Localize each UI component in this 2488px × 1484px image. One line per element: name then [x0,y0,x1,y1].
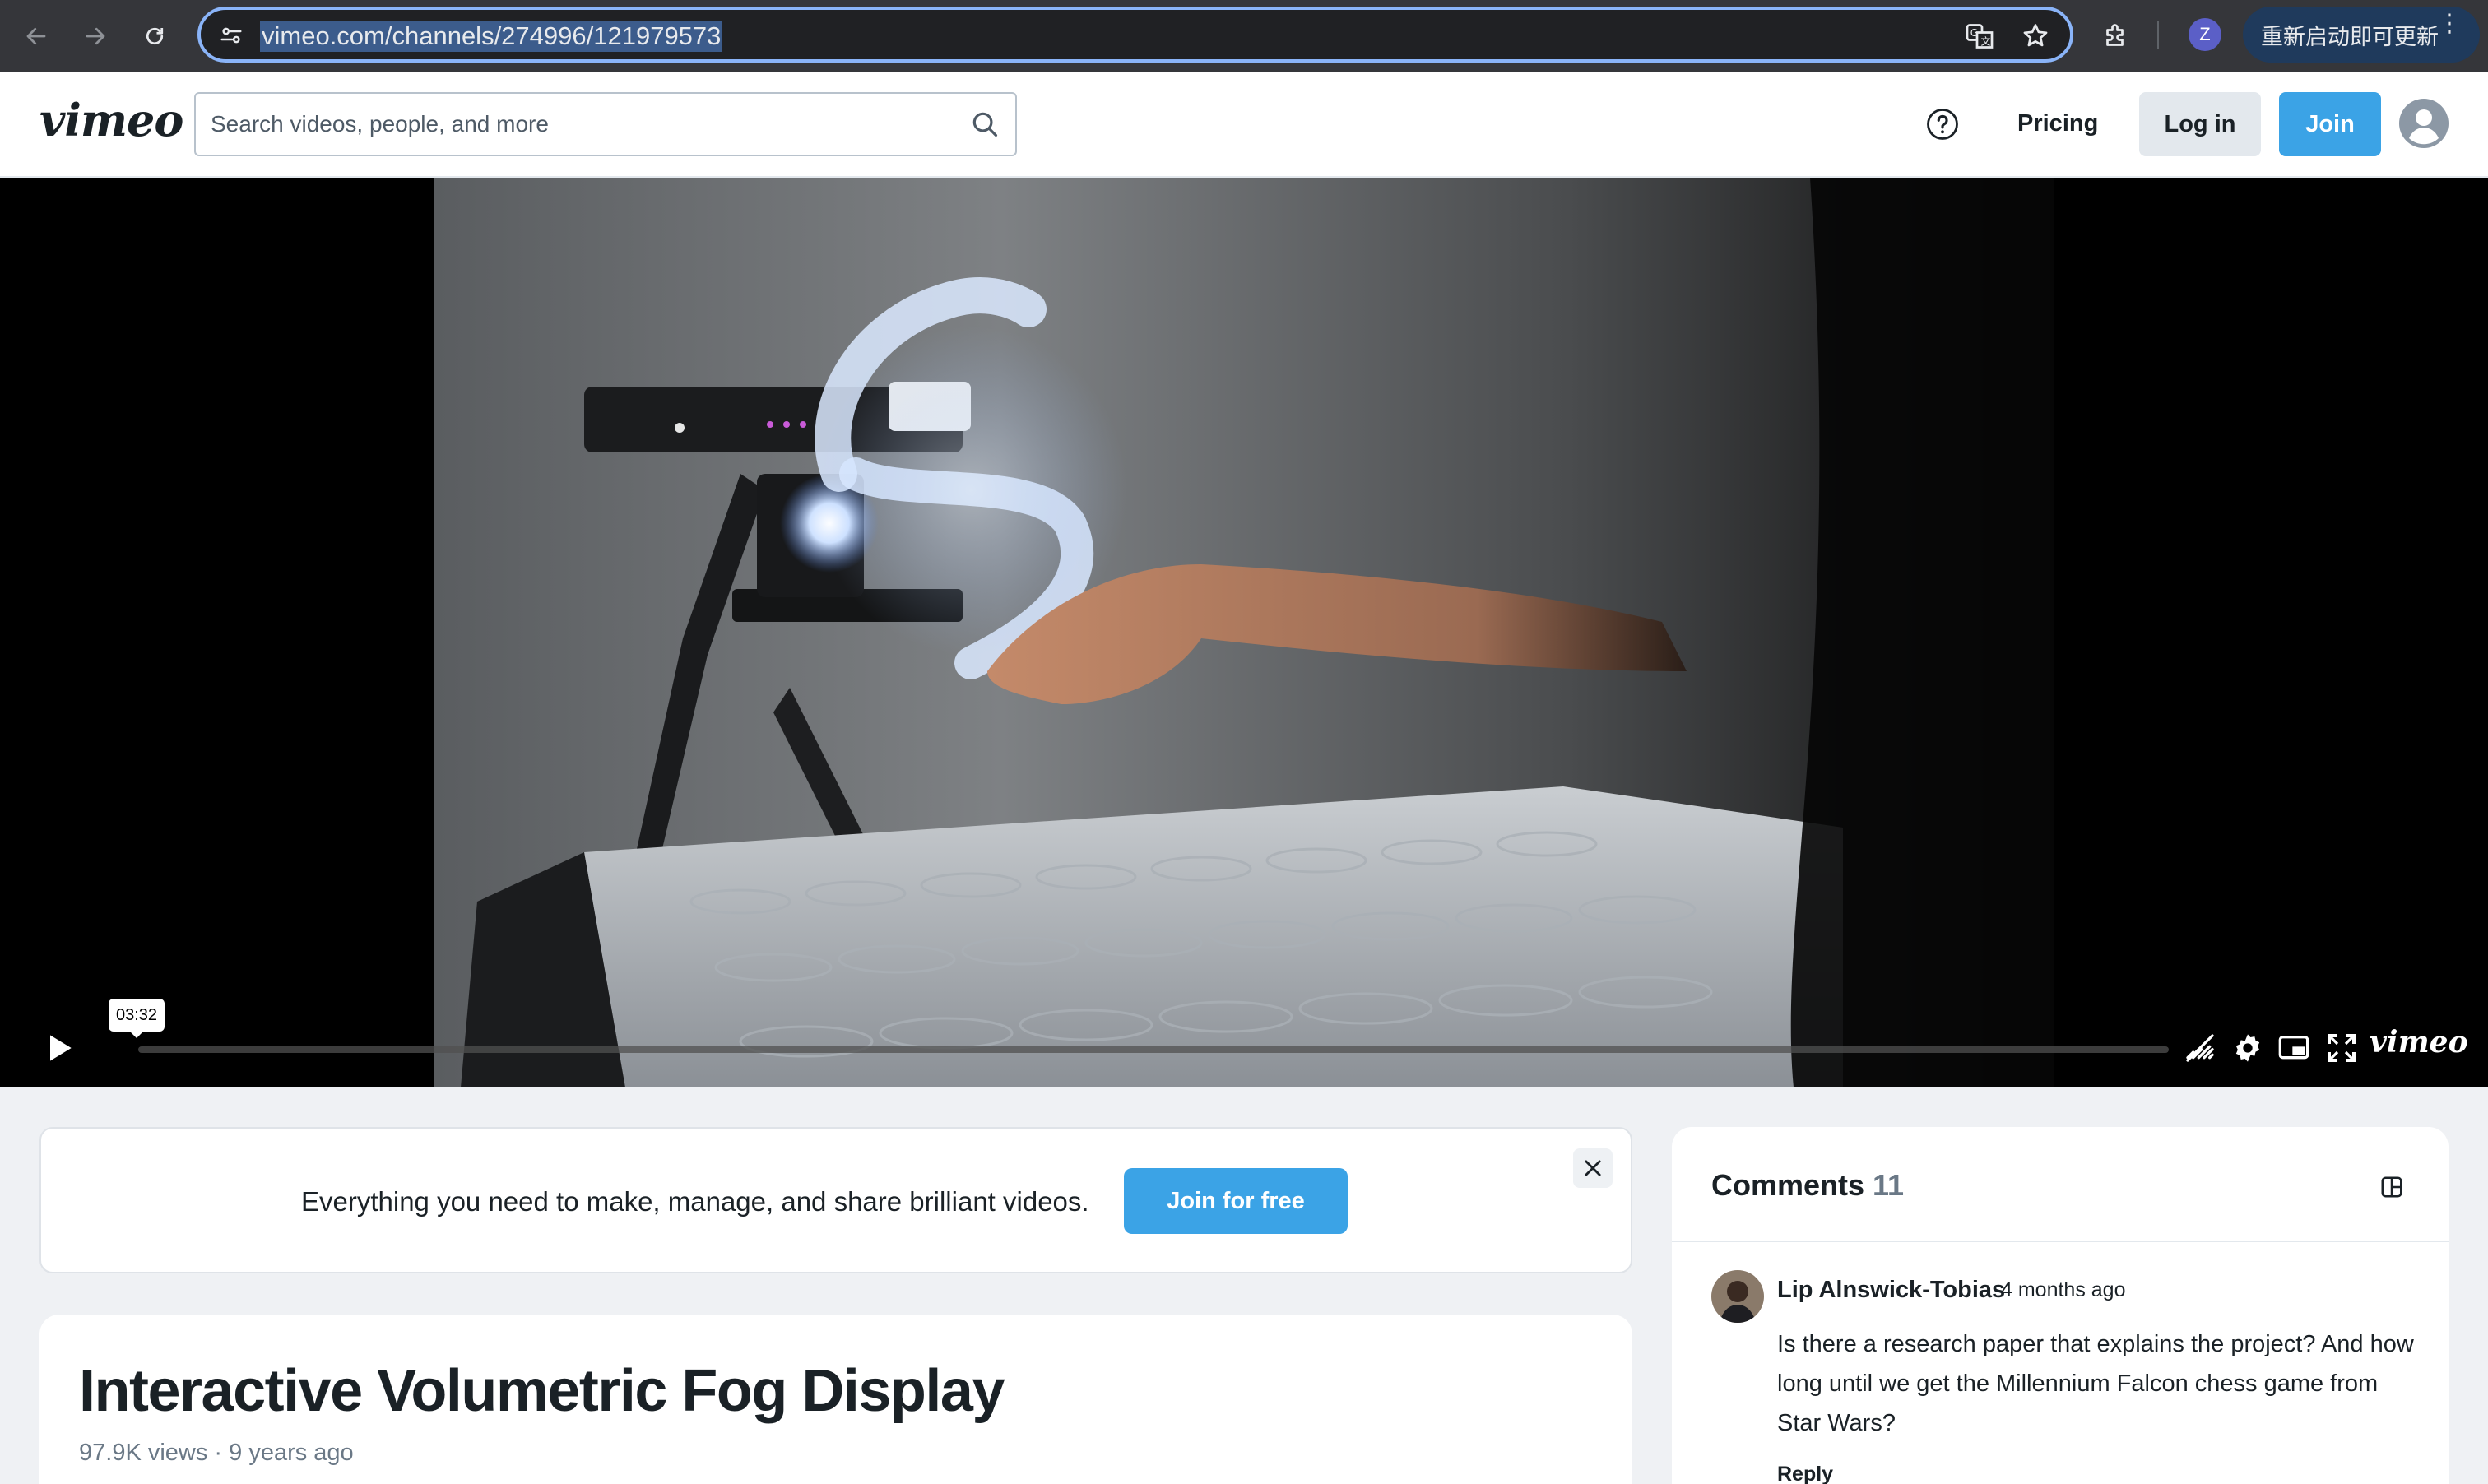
video-title: Interactive Volumetric Fog Display [79,1358,1005,1424]
avatar[interactable] [1711,1270,1764,1323]
video-frame[interactable] [0,178,2488,1087]
fullscreen-icon[interactable] [2325,1032,2358,1064]
help-icon[interactable] [1925,107,1960,141]
comment-text: Is there a research paper that explains … [1777,1331,2414,1436]
user-avatar-icon[interactable] [2399,99,2449,148]
video-meta: 97.9K views · 9 years ago [79,1440,354,1466]
url-text[interactable]: vimeo.com/channels/274996/121979573 [260,21,723,52]
extensions-icon[interactable] [2095,15,2138,58]
search-icon[interactable] [969,109,1000,140]
toolbar-divider [2157,21,2159,49]
forward-arrow-icon[interactable] [74,15,117,58]
pricing-link[interactable]: Pricing [2017,110,2098,137]
hover-time-tooltip: 03:32 [109,999,165,1038]
comments-title: Comments [1711,1168,1865,1202]
join-banner: Everything you need to make, manage, and… [39,1127,1632,1273]
vimeo-logo[interactable]: vimeo [39,94,183,146]
comments-panel: Comments 11 Lip Alnswick-Tobias 4 months… [1672,1127,2449,1484]
profile-avatar[interactable]: Z [2189,18,2221,51]
join-button[interactable]: Join [2279,92,2381,156]
settings-gear-icon[interactable] [2231,1032,2264,1064]
update-button[interactable]: 重新启动即可更新 ⋮ [2243,7,2480,63]
video-info-card: Interactive Volumetric Fog Display 97.9K… [39,1315,1632,1484]
picture-in-picture-icon[interactable] [2277,1032,2310,1064]
translate-icon[interactable]: G文 [1965,21,1994,55]
reload-icon[interactable] [133,15,176,58]
address-bar[interactable]: vimeo.com/channels/274996/121979573 G文 [197,7,2073,63]
comments-header: Comments 11 [1672,1127,2449,1242]
progress-bar[interactable] [138,1046,2169,1053]
close-icon[interactable] [1573,1148,1613,1188]
more-menu-icon[interactable]: ⋮ [2437,12,2462,36]
comments-count: 11 [1873,1168,1905,1202]
play-icon[interactable] [41,1030,77,1066]
player-vimeo-logo[interactable]: vimeo [2370,1025,2468,1060]
login-button[interactable]: Log in [2139,92,2261,156]
banner-text: Everything you need to make, manage, and… [301,1186,1089,1217]
browser-toolbar: vimeo.com/channels/274996/121979573 G文 Z… [0,0,2488,72]
search-input[interactable] [211,94,951,155]
site-header: vimeo Pricing Log in Join [0,72,2488,178]
comment-timestamp[interactable]: 4 months ago [2001,1278,2126,1302]
svg-text:文: 文 [1981,35,1991,48]
back-arrow-icon[interactable] [15,15,58,58]
search-box [194,92,1017,156]
audio-off-icon[interactable] [2184,1032,2216,1064]
bookmark-star-icon[interactable] [2021,21,2050,55]
reply-button[interactable]: Reply [1777,1463,1833,1484]
svg-text:G: G [1970,27,1978,39]
site-settings-icon[interactable] [219,23,244,52]
update-label: 重新启动即可更新 [2261,24,2439,49]
comment-author[interactable]: Lip Alnswick-Tobias [1777,1277,2005,1304]
video-player[interactable]: 03:32 vimeo [0,178,2488,1087]
join-for-free-button[interactable]: Join for free [1124,1168,1348,1234]
panel-toggle-icon[interactable] [2379,1175,2404,1199]
